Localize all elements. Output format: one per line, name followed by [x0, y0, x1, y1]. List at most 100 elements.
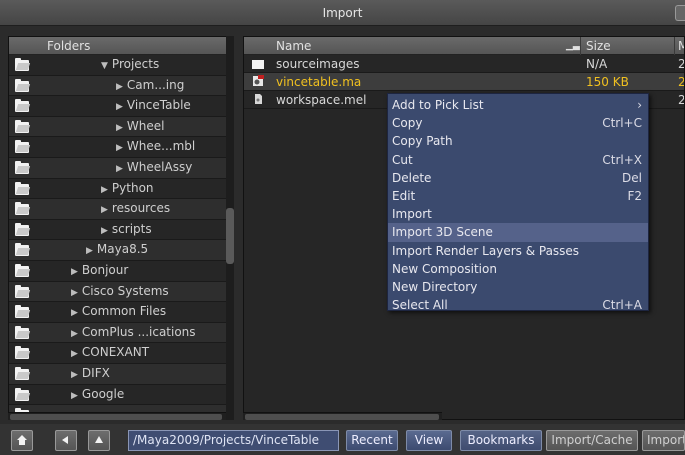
folder-row[interactable]: ▶ Wheel — [9, 116, 233, 138]
column-divider[interactable] — [674, 37, 675, 55]
file-name: sourceimages — [276, 57, 360, 71]
folder-icon — [15, 305, 29, 319]
menu-item-copy[interactable]: Copy Ctrl+C — [388, 114, 648, 132]
column-modified-header[interactable]: M — [678, 39, 684, 53]
import-cache-button[interactable]: Import/Cache — [546, 430, 638, 451]
folder-label: ▶ ComPlus ...ications — [71, 325, 196, 339]
folder-row[interactable]: ▶ WheelAssy — [9, 157, 233, 179]
folder-row[interactable]: ▶ scripts — [9, 220, 233, 241]
menu-item-select-all[interactable]: Select All Ctrl+A — [388, 296, 648, 314]
view-button[interactable]: View — [406, 430, 452, 451]
folder-row[interactable]: ▶ Maya8.5 — [9, 240, 233, 261]
folder-row[interactable]: ▶ Cisco Systems — [9, 281, 233, 303]
folder-name: scripts — [111, 221, 152, 236]
folder-icon — [15, 78, 29, 92]
folder-row[interactable]: ▶ Google — [9, 385, 233, 406]
menu-item-delete[interactable]: Delete Del — [388, 169, 648, 187]
folders-header[interactable]: Folders — [9, 37, 233, 55]
folders-horizontal-scrollbar[interactable] — [8, 412, 226, 420]
expanded-triangle-icon[interactable]: ▼ — [101, 61, 108, 71]
folder-row[interactable]: ▶ VinceTable — [9, 96, 233, 117]
up-button[interactable] — [88, 430, 110, 451]
collapsed-triangle-icon[interactable]: ▶ — [116, 123, 123, 133]
folder-row[interactable]: ▶ ComPlus ...ications — [9, 322, 233, 344]
folder-icon — [15, 325, 29, 339]
folder-icon — [15, 346, 29, 360]
path-field[interactable]: /Maya2009/Projects/VinceTable — [128, 430, 339, 451]
menu-item-import[interactable]: Import — [388, 205, 648, 223]
folder-row[interactable]: ▶ resources — [9, 199, 233, 220]
folder-icon — [15, 366, 29, 380]
file-row[interactable]: vincetable.ma 150 KB 2 — [244, 73, 684, 91]
bookmarks-button[interactable]: Bookmarks — [460, 430, 542, 451]
menu-item-copy-path[interactable]: Copy Path — [388, 132, 648, 150]
menu-item-import-render-layers-passes[interactable]: Import Render Layers & Passes — [388, 242, 648, 260]
scrollbar-thumb[interactable] — [245, 414, 439, 420]
folder-label: ▶ Wheel — [116, 119, 165, 133]
collapsed-triangle-icon[interactable]: ▶ — [116, 102, 123, 112]
menu-item-label: New Directory — [392, 279, 478, 294]
folder-row[interactable]: ▶ Python — [9, 179, 233, 200]
collapsed-triangle-icon[interactable]: ▶ — [71, 370, 78, 380]
column-divider[interactable] — [580, 37, 581, 55]
back-button[interactable] — [55, 430, 77, 451]
collapsed-triangle-icon[interactable]: ▶ — [101, 185, 108, 195]
collapsed-triangle-icon[interactable]: ▶ — [101, 226, 108, 236]
folder-row[interactable]: ▶ Whee...mbl — [9, 137, 233, 158]
folder-label: ▶ Maya8.5 — [86, 242, 148, 256]
file-name: vincetable.ma — [276, 75, 362, 89]
menu-item-import-3d-scene[interactable]: Import 3D Scene — [388, 223, 648, 242]
folder-name: VinceTable — [126, 98, 191, 113]
menu-item-edit[interactable]: Edit F2 — [388, 187, 648, 205]
column-name-header[interactable]: Name — [276, 39, 311, 53]
collapsed-triangle-icon[interactable]: ▶ — [71, 391, 78, 401]
folder-name: Projects — [111, 57, 160, 71]
collapsed-triangle-icon[interactable]: ▶ — [71, 288, 78, 298]
collapsed-triangle-icon[interactable]: ▶ — [71, 267, 78, 277]
folder-row[interactable]: ▶ Cam...ing — [9, 75, 233, 97]
column-size-header[interactable]: Size — [586, 39, 611, 53]
folder-row[interactable]: ▶ CONEXANT — [9, 343, 233, 364]
collapsed-triangle-icon[interactable]: ▶ — [116, 82, 123, 92]
files-horizontal-scrollbar[interactable] — [243, 412, 442, 420]
collapsed-triangle-icon[interactable]: ▶ — [71, 308, 78, 318]
menu-item-new-directory[interactable]: New Directory — [388, 278, 648, 296]
collapsed-triangle-icon[interactable]: ▶ — [71, 329, 78, 339]
menu-item-label: Cut — [392, 152, 413, 167]
collapsed-triangle-icon[interactable]: ▶ — [116, 164, 123, 174]
folder-name: resources — [111, 201, 171, 216]
folder-row[interactable]: ▶ Bonjour — [9, 261, 233, 282]
folder-name: CONEXANT — [81, 345, 150, 360]
folder-name: Whee...mbl — [126, 139, 196, 154]
import-button[interactable]: Import — [642, 430, 685, 451]
collapsed-triangle-icon[interactable]: ▶ — [71, 349, 78, 359]
scrollbar-thumb[interactable] — [10, 414, 222, 420]
folder-label: ▶ DIFX — [71, 366, 110, 380]
menu-item-cut[interactable]: Cut Ctrl+X — [388, 151, 648, 169]
folder-label: ▼ Projects — [101, 57, 159, 71]
folders-vertical-scrollbar[interactable] — [226, 36, 234, 420]
home-button[interactable] — [11, 430, 33, 451]
folder-icon — [15, 119, 29, 133]
folder-label: ▶ Common Files — [71, 304, 166, 318]
menu-item-add-to-pick-list[interactable]: Add to Pick List › — [388, 96, 648, 114]
collapsed-triangle-icon[interactable]: ▶ — [116, 143, 123, 153]
collapsed-triangle-icon[interactable]: ▶ — [101, 205, 108, 215]
folder-row[interactable]: ▼ Projects — [9, 55, 233, 76]
collapsed-triangle-icon[interactable]: ▶ — [86, 246, 93, 256]
folder-icon — [15, 140, 29, 154]
folder-name: Google — [81, 386, 125, 401]
scrollbar-thumb[interactable] — [226, 208, 234, 264]
menu-item-label: Import 3D Scene — [392, 225, 493, 240]
window-button[interactable] — [675, 5, 685, 21]
recent-button[interactable]: Recent — [346, 430, 398, 451]
file-row[interactable]: sourceimages N/A 2 — [244, 55, 684, 73]
folder-row[interactable]: ▶ Common Files — [9, 302, 233, 323]
menu-item-shortcut: Ctrl+C — [602, 116, 642, 131]
folder-name: Cam...ing — [126, 77, 185, 92]
menu-item-new-composition[interactable]: New Composition — [388, 260, 648, 278]
bottom-toolbar: /Maya2009/Projects/VinceTable Recent Vie… — [0, 424, 685, 455]
folder-row[interactable]: ▶ DIFX — [9, 363, 233, 385]
menu-item-label: Delete — [392, 170, 432, 185]
folder-name: DIFX — [81, 365, 110, 380]
